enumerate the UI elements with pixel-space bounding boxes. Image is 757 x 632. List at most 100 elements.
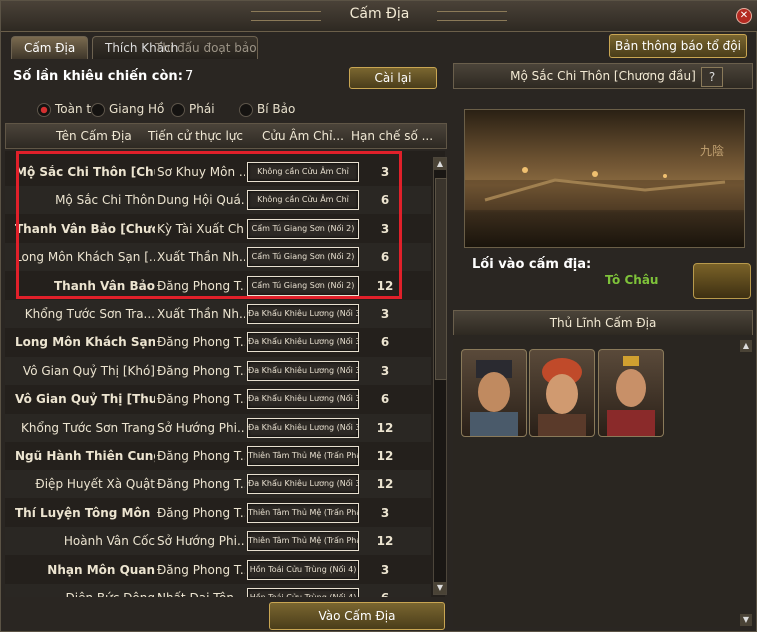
recommended-power: Đăng Phong T... (157, 392, 245, 407)
scroll-thumb[interactable] (435, 178, 447, 380)
player-limit: 6 (380, 335, 390, 350)
radio-selected-icon (37, 102, 51, 117)
close-icon[interactable]: ✕ (736, 8, 752, 24)
dungeon-name: Long Môn Khách Sạn (15, 335, 155, 350)
table-row[interactable]: Khổng Tước Sơn Trang Sở Hướng Phi... Đa Kh… (5, 414, 431, 442)
selection-highlight-box (16, 151, 402, 299)
col-header-power[interactable]: Tiến cử thực lực (148, 129, 243, 143)
scroll-up-icon[interactable]: ▲ (434, 158, 446, 170)
recommended-power: Đăng Phong T... (157, 505, 245, 520)
recommended-power: Nhất Đại Tôn... (157, 591, 245, 597)
dungeon-name: Thí Luyện Tông Môn [T... (15, 505, 155, 520)
reset-button[interactable]: Cài lại (349, 67, 437, 89)
player-limit: 3 (380, 505, 390, 520)
dungeon-name: Điệp Huyết Xà Quật (35, 477, 155, 492)
recommended-power: Sở Hướng Phi... (157, 534, 245, 549)
radio-icon (171, 102, 185, 117)
table-row[interactable]: Long Môn Khách Sạn Đăng Phong T... Đa Khẩu… (5, 328, 431, 356)
recommended-power: Đăng Phong T... (157, 335, 245, 350)
filter-label: Toàn t (55, 102, 92, 116)
table-row[interactable]: Hoành Vân Cốc Sở Hướng Phi... Thiên Tâm Th… (5, 527, 431, 555)
filter-giang-ho[interactable]: Giang Hồ (91, 101, 164, 117)
dungeon-name: Điện Bức Động (15, 591, 155, 597)
player-limit: 6 (380, 392, 390, 407)
col-header-requirement[interactable]: Cửu Âm Chỉ... (262, 129, 344, 143)
dungeon-name: Ngũ Hành Thiên Cung (15, 449, 155, 463)
table-row[interactable]: Vô Gian Quỷ Thị [Khó] Đăng Phong T... Đa K… (5, 357, 431, 385)
table-row[interactable]: Điện Bức ĐộngNhất Đại Tôn...Hồn Toái Cửu… (5, 584, 431, 597)
radio-icon (239, 102, 253, 117)
filter-label: Giang Hồ (109, 102, 165, 116)
table-row[interactable]: Thí Luyện Tông Môn [T...Đăng Phong T...T… (5, 499, 431, 527)
requirement-badge: Đa Khẩu Khiêu Lương (Nối 3) (247, 332, 359, 353)
requirement-badge: Đa Khẩu Khiêu Lương (Nối 3) (247, 389, 359, 410)
player-limit: 3 (380, 307, 390, 321)
requirement-badge: Thiên Tâm Thủ Mệ (Trấn Phái) (247, 502, 359, 523)
svg-text:九陰: 九陰 (700, 144, 724, 158)
player-limit: 12 (376, 449, 394, 463)
leaders-header: Thủ Lĩnh Cấm Địa (453, 310, 753, 336)
table-row[interactable]: Điệp Huyết Xà Quật Đăng Phong T... Đa Khẩu… (5, 470, 431, 498)
dungeon-preview-image: 九陰 (464, 109, 745, 248)
player-limit: 3 (380, 363, 390, 378)
table-header: Tên Cấm Địa Tiến cử thực lực Cửu Âm Chỉ.… (5, 123, 447, 149)
challenge-count-label: Số lần khiêu chiến còn: (13, 69, 183, 84)
filter-bi-bao[interactable]: Bí Bảo (239, 101, 295, 117)
requirement-badge: Hồn Toái Cửu Trùng (Nối 4) (247, 559, 359, 580)
question-icon[interactable]: ? (701, 67, 723, 87)
requirement-badge: Đa Khẩu Khiêu Lương (Nối 3) (247, 474, 359, 495)
recommended-power: Đăng Phong T... (157, 363, 245, 378)
scroll-down-icon[interactable]: ▼ (434, 582, 446, 594)
filter-phai[interactable]: Phái (171, 101, 215, 117)
leader-portrait-2[interactable] (529, 349, 595, 437)
dungeon-name: Khổng Tước Sơn Tra... (24, 307, 155, 321)
window-title: Cấm Địa (349, 6, 410, 22)
leaders-scroll-up-icon[interactable]: ▲ (740, 340, 752, 352)
dungeon-name: Khổng Tước Sơn Trang (21, 420, 155, 435)
player-limit: 3 (380, 562, 390, 577)
scene-art: 九陰 (465, 144, 744, 210)
recommended-power: Đăng Phong T... (157, 477, 245, 492)
recommended-power: Sở Hướng Phi... (157, 420, 245, 435)
requirement-badge: Đa Khẩu Khiêu Lương (Nối 3) (247, 304, 359, 324)
tab-cam-dia[interactable]: Cấm Địa (11, 36, 89, 59)
detail-title: Mộ Sắc Chi Thôn [Chương đầu] (510, 69, 696, 83)
tab-ghost-label: Thi đấu đoạt bảo (155, 41, 257, 55)
table-row[interactable]: Khổng Tước Sơn Tra... Xuất Thần Nh... Đa K… (5, 300, 431, 328)
requirement-badge: Hồn Toái Cửu Trùng (Nối 4) (247, 588, 359, 597)
title-bar[interactable]: Cấm Địa ✕ (1, 1, 757, 32)
filter-all[interactable]: Toàn t (37, 101, 91, 117)
requirement-badge: Thiên Tâm Thủ Mệ (Trấn Phái) (247, 531, 359, 552)
challenge-count-value: 7 (185, 69, 194, 84)
list-scrollbar[interactable]: ▲ ▼ (433, 157, 447, 595)
col-header-limit[interactable]: Hạn chế số ... (351, 129, 433, 143)
requirement-badge: Thiên Tâm Thủ Mệ (Trấn Phái) (247, 446, 359, 466)
leaders-title: Thủ Lĩnh Cấm Địa (549, 316, 657, 330)
entry-location[interactable]: Tô Châu (605, 273, 658, 287)
dungeon-name: Vô Gian Quỷ Thị [Thư... (15, 392, 155, 407)
table-row[interactable]: Vô Gian Quỷ Thị [Thư...Đăng Phong T...Đa… (5, 385, 431, 413)
col-header-name[interactable]: Tên Cấm Địa (56, 129, 132, 143)
enter-dungeon-button[interactable]: Vào Cấm Địa (269, 602, 445, 630)
tab-thich-khach[interactable]: Thích Khách Thi đấu đoạt bảo (92, 36, 258, 59)
requirement-badge: Đa Khẩu Khiêu Lương (Nối 3) (247, 417, 359, 438)
treasure-chest-icon[interactable] (693, 263, 751, 299)
dungeon-window: Cấm Địa ✕ Cấm Địa Thích Khách Thi đấu đo… (0, 0, 757, 632)
table-row[interactable]: Ngũ Hành Thiên Cung Đăng Phong T... Thiên … (5, 442, 431, 470)
leader-portrait-1[interactable] (461, 349, 527, 437)
leader-portrait-3[interactable] (598, 349, 664, 437)
leader-3-face-icon (607, 356, 655, 436)
player-limit: 12 (376, 420, 394, 435)
leaders-scroll-down-icon[interactable]: ▼ (740, 614, 752, 626)
dungeon-name: Nhạn Môn Quan (47, 562, 155, 577)
dungeon-name: Hoành Vân Cốc (63, 534, 155, 549)
player-limit: 12 (376, 477, 394, 492)
player-limit: 6 (365, 591, 405, 597)
team-notice-button[interactable]: Bản thông báo tổ đội (609, 34, 747, 58)
filter-label: Bí Bảo (257, 102, 296, 116)
entry-label: Lối vào cấm địa: (472, 257, 592, 272)
recommended-power: Đăng Phong T... (157, 562, 245, 577)
table-row[interactable]: Nhạn Môn Quan Đăng Phong T... Hồn Toái Cửu… (5, 556, 431, 584)
filter-label: Phái (189, 102, 215, 116)
tab-label: Cấm Địa (24, 41, 76, 55)
